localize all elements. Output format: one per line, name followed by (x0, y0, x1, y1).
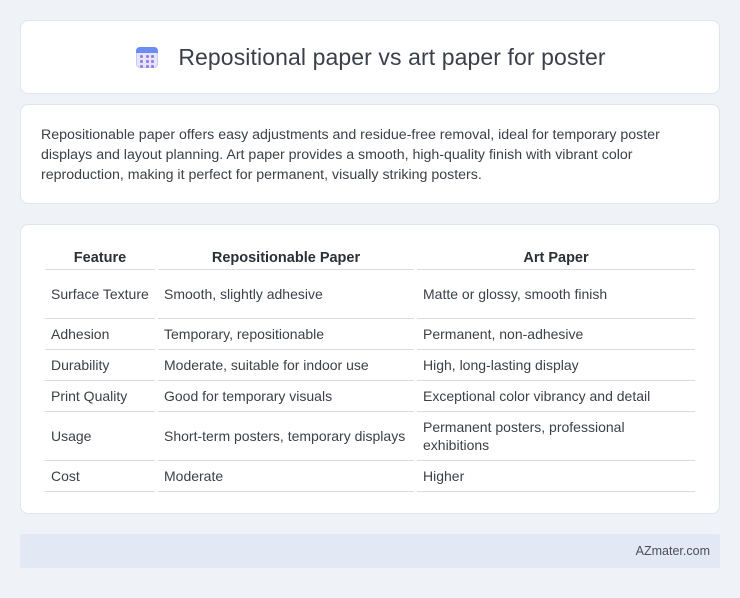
table-cell: Smooth, slightly adhesive (158, 270, 414, 319)
comparison-table: Feature Repositionable Paper Art Paper S… (42, 243, 698, 492)
table-cell: Short-term posters, temporary displays (158, 412, 414, 461)
table-cell: Usage (45, 412, 155, 461)
table-cell: Good for temporary visuals (158, 381, 414, 412)
table-cell: Surface Texture (45, 270, 155, 319)
table-header-row: Feature Repositionable Paper Art Paper (45, 243, 695, 270)
table-cell: High, long-lasting display (417, 350, 695, 381)
table-row: Cost Moderate Higher (45, 461, 695, 492)
intro-text: Repositionable paper offers easy adjustm… (41, 127, 660, 183)
table-cell: Moderate (158, 461, 414, 492)
header-repositionable: Repositionable Paper (158, 243, 414, 270)
footer: AZmater.com (20, 534, 720, 568)
table-row: Print Quality Good for temporary visuals… (45, 381, 695, 412)
table-row: Usage Short-term posters, temporary disp… (45, 412, 695, 461)
header-feature: Feature (45, 243, 155, 270)
comparison-card: Feature Repositionable Paper Art Paper S… (20, 224, 720, 514)
table-cell: Temporary, repositionable (158, 319, 414, 350)
table-cell: Permanent posters, professional exhibiti… (417, 412, 695, 461)
table-cell: Adhesion (45, 319, 155, 350)
table-cell: Higher (417, 461, 695, 492)
header-art-paper: Art Paper (417, 243, 695, 270)
table-cell: Permanent, non-adhesive (417, 319, 695, 350)
table-cell: Print Quality (45, 381, 155, 412)
table-cell: Moderate, suitable for indoor use (158, 350, 414, 381)
intro-card: Repositionable paper offers easy adjustm… (20, 104, 720, 204)
table-cell: Exceptional color vibrancy and detail (417, 381, 695, 412)
title-wrap: Repositional paper vs art paper for post… (134, 43, 606, 71)
table-row: Adhesion Temporary, repositionable Perma… (45, 319, 695, 350)
table-cell: Matte or glossy, smooth finish (417, 270, 695, 319)
footer-brand[interactable]: AZmater.com (636, 544, 710, 558)
table-cell: Durability (45, 350, 155, 381)
header-card: Repositional paper vs art paper for post… (20, 20, 720, 94)
page-title: Repositional paper vs art paper for post… (178, 43, 606, 70)
table-row: Durability Moderate, suitable for indoor… (45, 350, 695, 381)
calendar-icon (134, 44, 160, 70)
table-cell: Cost (45, 461, 155, 492)
table-row: Surface Texture Smooth, slightly adhesiv… (45, 270, 695, 319)
